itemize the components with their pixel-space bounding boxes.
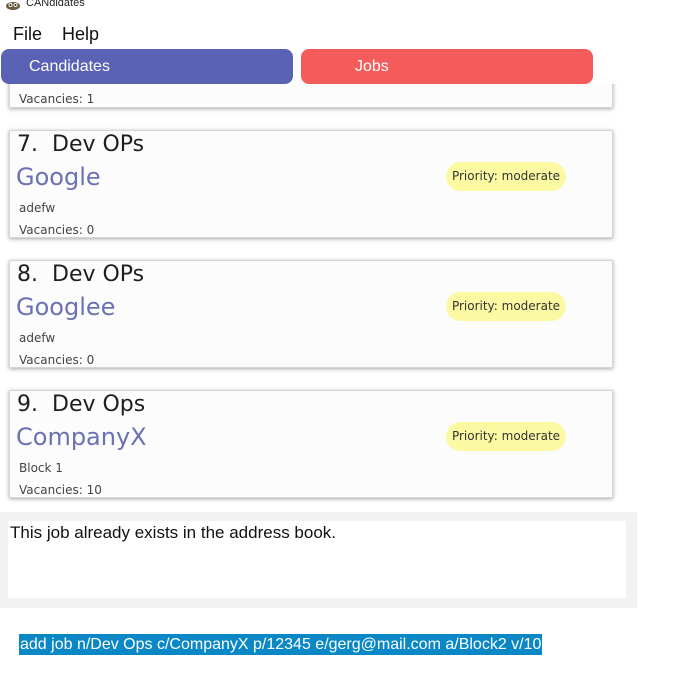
- job-address: adefw: [19, 201, 56, 215]
- job-company: CompanyX: [16, 423, 147, 451]
- tab-candidates-label: Candidates: [29, 58, 110, 75]
- job-vacancies: Vacancies: 10: [19, 483, 102, 497]
- job-title: 9. Dev Ops: [17, 392, 146, 417]
- job-address: adefw: [19, 331, 56, 345]
- job-company: Google: [16, 163, 101, 191]
- menu-bar: File Help: [0, 22, 685, 48]
- job-title: 8. Dev OPs: [17, 262, 145, 287]
- job-company: Googlee: [16, 293, 116, 321]
- command-input[interactable]: add job n/Dev Ops c/CompanyX p/12345 e/g…: [19, 634, 543, 655]
- job-address: Block 1: [19, 461, 63, 475]
- job-title: 7. Dev OPs: [17, 132, 145, 157]
- title-bar: CANdidates: [0, 0, 685, 14]
- job-vacancies: Vacancies: 0: [19, 353, 95, 367]
- priority-badge: Priority: moderate: [446, 162, 566, 191]
- tab-jobs[interactable]: Jobs: [301, 49, 593, 84]
- app-logo-icon: [6, 2, 20, 10]
- menu-file[interactable]: File: [13, 24, 42, 45]
- priority-badge: Priority: moderate: [446, 292, 566, 321]
- job-vacancies: Vacancies: 1: [19, 92, 95, 106]
- job-card[interactable]: 9. Dev Ops CompanyX Block 1 Vacancies: 1…: [9, 390, 613, 498]
- job-list[interactable]: Vacancies: 1 7. Dev OPs Google adefw Vac…: [0, 84, 620, 512]
- command-box[interactable]: add job n/Dev Ops c/CompanyX p/12345 e/g…: [0, 616, 685, 675]
- window-title: CANdidates: [26, 0, 85, 9]
- priority-badge: Priority: moderate: [446, 422, 566, 451]
- tab-jobs-label: Jobs: [355, 58, 389, 75]
- job-vacancies: Vacancies: 0: [19, 223, 95, 237]
- result-display: This job already exists in the address b…: [0, 512, 637, 608]
- tab-candidates[interactable]: Candidates: [1, 49, 293, 84]
- job-card[interactable]: 7. Dev OPs Google adefw Vacancies: 0 Pri…: [9, 130, 613, 238]
- job-card[interactable]: 8. Dev OPs Googlee adefw Vacancies: 0 Pr…: [9, 260, 613, 368]
- result-message: This job already exists in the address b…: [10, 523, 337, 542]
- result-box[interactable]: This job already exists in the address b…: [8, 521, 626, 598]
- menu-help[interactable]: Help: [62, 24, 99, 45]
- job-card-partial[interactable]: Vacancies: 1: [9, 84, 613, 108]
